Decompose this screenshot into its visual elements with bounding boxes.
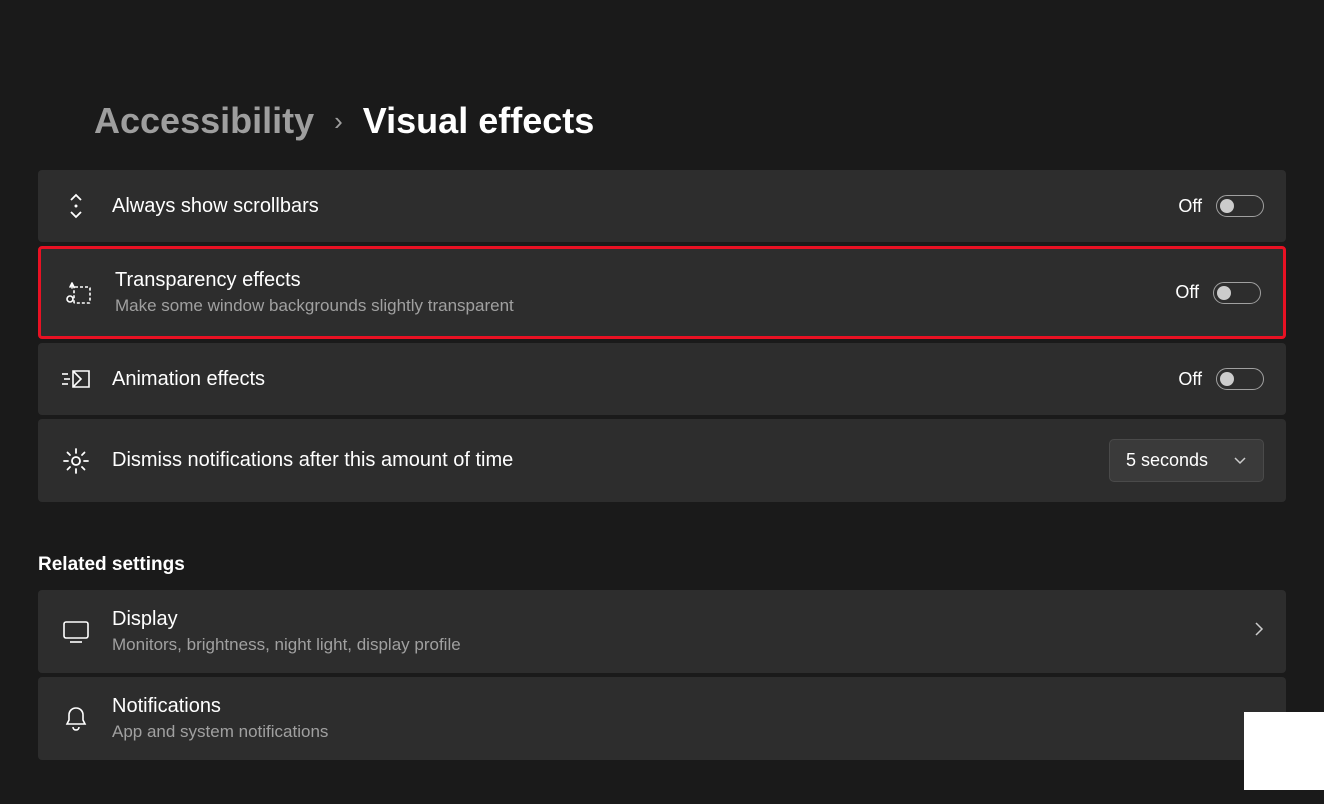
setting-animation: Animation effects Off <box>38 343 1286 415</box>
setting-control: Off <box>1178 368 1264 390</box>
setting-scrollbars: Always show scrollbars Off <box>38 170 1286 242</box>
dismiss-time-dropdown[interactable]: 5 seconds <box>1109 439 1264 482</box>
setting-transparency: Transparency effects Make some window ba… <box>38 246 1286 339</box>
toggle-state-label: Off <box>1175 282 1199 303</box>
setting-title: Always show scrollbars <box>112 195 1178 218</box>
display-icon <box>60 616 92 648</box>
related-notifications-link[interactable]: Notifications App and system notificatio… <box>38 677 1286 760</box>
bell-icon <box>60 703 92 735</box>
chevron-right-icon: › <box>334 106 343 137</box>
animation-icon <box>60 363 92 395</box>
scrollbars-toggle[interactable] <box>1216 195 1264 217</box>
setting-text: Transparency effects Make some window ba… <box>115 269 1175 316</box>
toggle-thumb <box>1217 286 1231 300</box>
toggle-state-label: Off <box>1178 196 1202 217</box>
setting-control: Off <box>1178 195 1264 217</box>
related-display-link[interactable]: Display Monitors, brightness, night ligh… <box>38 590 1286 673</box>
related-settings-list: Display Monitors, brightness, night ligh… <box>38 590 1286 760</box>
setting-text: Animation effects <box>112 368 1178 391</box>
corner-overlay <box>1244 712 1324 790</box>
setting-control: 5 seconds <box>1109 439 1264 482</box>
setting-dismiss-notifications: Dismiss notifications after this amount … <box>38 419 1286 502</box>
chevron-down-icon <box>1233 452 1247 470</box>
setting-text: Display Monitors, brightness, night ligh… <box>112 608 1254 655</box>
related-subtitle: Monitors, brightness, night light, displ… <box>112 635 1254 655</box>
toggle-state-label: Off <box>1178 369 1202 390</box>
setting-text: Always show scrollbars <box>112 195 1178 218</box>
transparency-icon <box>63 277 95 309</box>
transparency-toggle[interactable] <box>1213 282 1261 304</box>
setting-control: Off <box>1175 282 1261 304</box>
setting-text: Dismiss notifications after this amount … <box>112 449 1109 472</box>
setting-title: Dismiss notifications after this amount … <box>112 449 1109 472</box>
setting-title: Animation effects <box>112 368 1178 391</box>
toggle-thumb <box>1220 199 1234 213</box>
page-title: Visual effects <box>363 100 594 142</box>
chevron-right-icon <box>1254 621 1264 642</box>
setting-text: Notifications App and system notificatio… <box>112 695 1264 742</box>
animation-toggle[interactable] <box>1216 368 1264 390</box>
breadcrumb: Accessibility › Visual effects <box>94 100 1286 142</box>
dropdown-value: 5 seconds <box>1126 450 1208 471</box>
scrollbar-icon <box>60 190 92 222</box>
settings-page: Accessibility › Visual effects Always sh… <box>0 0 1324 760</box>
related-title: Display <box>112 608 1254 631</box>
setting-title: Transparency effects <box>115 269 1175 292</box>
related-title: Notifications <box>112 695 1264 718</box>
settings-list: Always show scrollbars Off Transparency … <box>38 170 1286 502</box>
breadcrumb-parent-link[interactable]: Accessibility <box>94 100 314 142</box>
related-settings-heading: Related settings <box>38 554 1286 576</box>
toggle-thumb <box>1220 372 1234 386</box>
brightness-icon <box>60 445 92 477</box>
setting-subtitle: Make some window backgrounds slightly tr… <box>115 296 1175 316</box>
related-subtitle: App and system notifications <box>112 722 1264 742</box>
